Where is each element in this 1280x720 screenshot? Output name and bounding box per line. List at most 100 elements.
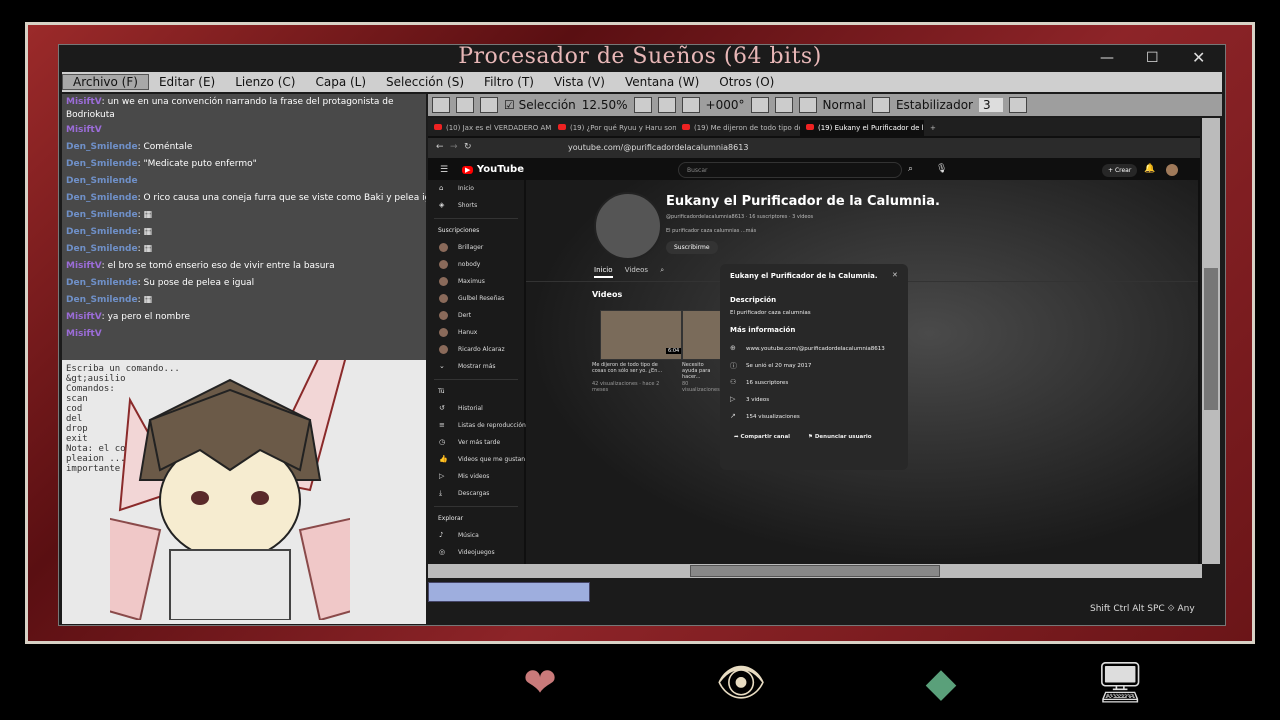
- channel-avatar: [439, 328, 448, 337]
- heart-icon[interactable]: ❤: [505, 650, 575, 716]
- expand-icon[interactable]: [657, 97, 676, 113]
- menu-archivo[interactable]: Archivo (F): [62, 74, 149, 90]
- actual-size-icon[interactable]: [681, 97, 700, 113]
- sidebar-item-videojuegos[interactable]: ◎ Videojuegos: [428, 544, 524, 561]
- tool-button[interactable]: [456, 97, 474, 113]
- blend-mode[interactable]: Normal: [823, 98, 866, 112]
- fit-icon[interactable]: [633, 97, 652, 113]
- reload-icon[interactable]: ↻: [464, 142, 472, 152]
- horizontal-scroll-thumb[interactable]: [690, 565, 940, 577]
- view-count: 154 visualizaciones: [746, 414, 800, 420]
- chat-message: MisiftV: [66, 125, 102, 135]
- sidebar-item-shorts[interactable]: ◈ Shorts: [428, 197, 524, 214]
- tool-button[interactable]: [432, 97, 450, 113]
- channel-avatar: [439, 294, 448, 303]
- menu-filtro[interactable]: Filtro (T): [474, 75, 544, 89]
- sidebar-item-ver-mas-tarde[interactable]: ◷ Ver más tarde: [428, 434, 524, 451]
- subscribe-button[interactable]: Suscribirme: [666, 241, 718, 254]
- subscriptions-header[interactable]: Suscripciones: [428, 223, 524, 239]
- account-avatar[interactable]: [1166, 164, 1178, 176]
- youtube-icon: [806, 124, 814, 130]
- angle-value[interactable]: +000°: [706, 98, 745, 112]
- menu-vista[interactable]: Vista (V): [544, 75, 615, 89]
- channel-description[interactable]: El purificador caza calumnias ...más: [666, 228, 756, 234]
- like-icon: 👍: [439, 455, 448, 463]
- blend-icon[interactable]: [871, 97, 890, 113]
- bell-icon[interactable]: 🔔: [1144, 164, 1155, 174]
- selection-checkbox[interactable]: ☑ Selección: [504, 98, 576, 112]
- sidebar-item-inicio[interactable]: ⌂ Inicio: [428, 180, 524, 197]
- close-icon[interactable]: ✕: [892, 271, 898, 279]
- create-button[interactable]: + Crear: [1102, 164, 1138, 177]
- you-header[interactable]: Tú: [428, 384, 524, 400]
- new-tab-button[interactable]: +: [924, 120, 944, 136]
- computer-icon[interactable]: 🖥: [1085, 650, 1155, 716]
- menu-otros[interactable]: Otros (O): [709, 75, 784, 89]
- menu-icon[interactable]: ☰: [440, 165, 448, 175]
- history-icon: ↺: [439, 404, 445, 412]
- sidebar-sub[interactable]: Dert: [428, 307, 524, 324]
- back-icon[interactable]: ←: [436, 142, 444, 152]
- sidebar-item-descargas[interactable]: ⤓ Descargas: [428, 485, 524, 502]
- minimize-button[interactable]: —: [1100, 50, 1114, 66]
- zoom-value[interactable]: 12.50%: [582, 98, 628, 112]
- music-icon: ♪: [439, 531, 444, 539]
- browser-tab[interactable]: (19) ¿Por qué Ryuu y Haru son tan d...: [552, 120, 676, 136]
- menu-editar[interactable]: Editar (E): [149, 75, 225, 89]
- vertical-scroll-thumb[interactable]: [1204, 268, 1218, 410]
- sidebar-sub[interactable]: Brillager: [428, 239, 524, 256]
- video-title[interactable]: Necesito ayuda para hacer...: [682, 362, 720, 380]
- sidebar-item-historial[interactable]: ↺ Historial: [428, 400, 524, 417]
- divider: [434, 218, 518, 219]
- rotate-left-icon[interactable]: [750, 97, 769, 113]
- menu-capa[interactable]: Capa (L): [305, 75, 376, 89]
- flag-icon: ⚑: [808, 434, 813, 440]
- stabilizer-select[interactable]: 3: [979, 98, 1003, 112]
- sidebar-item-musica[interactable]: ♪ Música: [428, 527, 524, 544]
- search-icon[interactable]: ⌕: [908, 164, 913, 174]
- address-bar[interactable]: youtube.com/@purificadordelacalumnia8613: [568, 143, 748, 152]
- menu-seleccion[interactable]: Selección (S): [376, 75, 474, 89]
- sidebar-sub[interactable]: Maximus: [428, 273, 524, 290]
- sidebar-sub[interactable]: Hanux: [428, 324, 524, 341]
- sidebar-show-more[interactable]: ⌄ Mostrar más: [428, 358, 524, 375]
- video-thumbnail[interactable]: [682, 310, 722, 360]
- browser-tab[interactable]: (10) Jax es el VERDADERO AM - YouTube: [428, 120, 552, 136]
- sidebar-sub[interactable]: Gulbel Reseñas: [428, 290, 524, 307]
- video-title[interactable]: Me dijeron de todo tipo de cosas con sól…: [592, 362, 672, 374]
- eye-icon[interactable]: 👁: [706, 650, 776, 716]
- close-button[interactable]: ✕: [1192, 48, 1205, 67]
- menu-ventana[interactable]: Ventana (W): [615, 75, 709, 89]
- tab-inicio[interactable]: Inicio: [594, 266, 613, 278]
- sidebar-sub[interactable]: Ricardo Alcaraz: [428, 341, 524, 358]
- search-icon[interactable]: ⌕: [660, 266, 664, 274]
- reset-rotation-icon[interactable]: [774, 97, 793, 113]
- tool-button[interactable]: [480, 97, 498, 113]
- browser-tab-active[interactable]: (19) Eukany el Purificador de la C...: [800, 120, 924, 136]
- microphone-icon[interactable]: 🎙: [936, 164, 947, 174]
- search-input[interactable]: Buscar: [678, 162, 902, 178]
- gem-icon[interactable]: ◆: [906, 650, 976, 716]
- share-icon: ➦: [734, 434, 739, 440]
- maximize-button[interactable]: ☐: [1146, 50, 1159, 66]
- browser-tab[interactable]: (19) Me dijeron de todo tipo de cosas: [676, 120, 800, 136]
- youtube-logo[interactable]: ▶ YouTube: [462, 164, 524, 175]
- chevron-down-icon: ⌄: [439, 362, 445, 370]
- person-icon: ⚇: [730, 378, 737, 386]
- sidebar-item-mis-videos[interactable]: ▷ Mis videos: [428, 468, 524, 485]
- forward-icon[interactable]: →: [450, 142, 458, 152]
- status-navigator[interactable]: [428, 582, 590, 602]
- divider: [434, 379, 518, 380]
- sidebar-sub[interactable]: nobody: [428, 256, 524, 273]
- explore-header: Explorar: [438, 515, 464, 522]
- report-user-button[interactable]: ⚑ Denunciar usuario: [808, 434, 872, 440]
- tab-videos[interactable]: Videos: [625, 266, 648, 274]
- sidebar-item-me-gustan[interactable]: 👍 Videos que me gustan: [428, 451, 525, 468]
- menu-lienzo[interactable]: Lienzo (C): [225, 75, 305, 89]
- channel-link[interactable]: www.youtube.com/@purificadordelacalumnia…: [746, 346, 885, 352]
- share-channel-button[interactable]: ➦ Compartir canal: [734, 434, 790, 440]
- rotate-right-icon[interactable]: [798, 97, 817, 113]
- sidebar-item-listas[interactable]: ≡ Listas de reproducción: [428, 417, 526, 434]
- dropdown-icon[interactable]: [1008, 97, 1027, 113]
- play-icon: ▶: [462, 166, 474, 174]
